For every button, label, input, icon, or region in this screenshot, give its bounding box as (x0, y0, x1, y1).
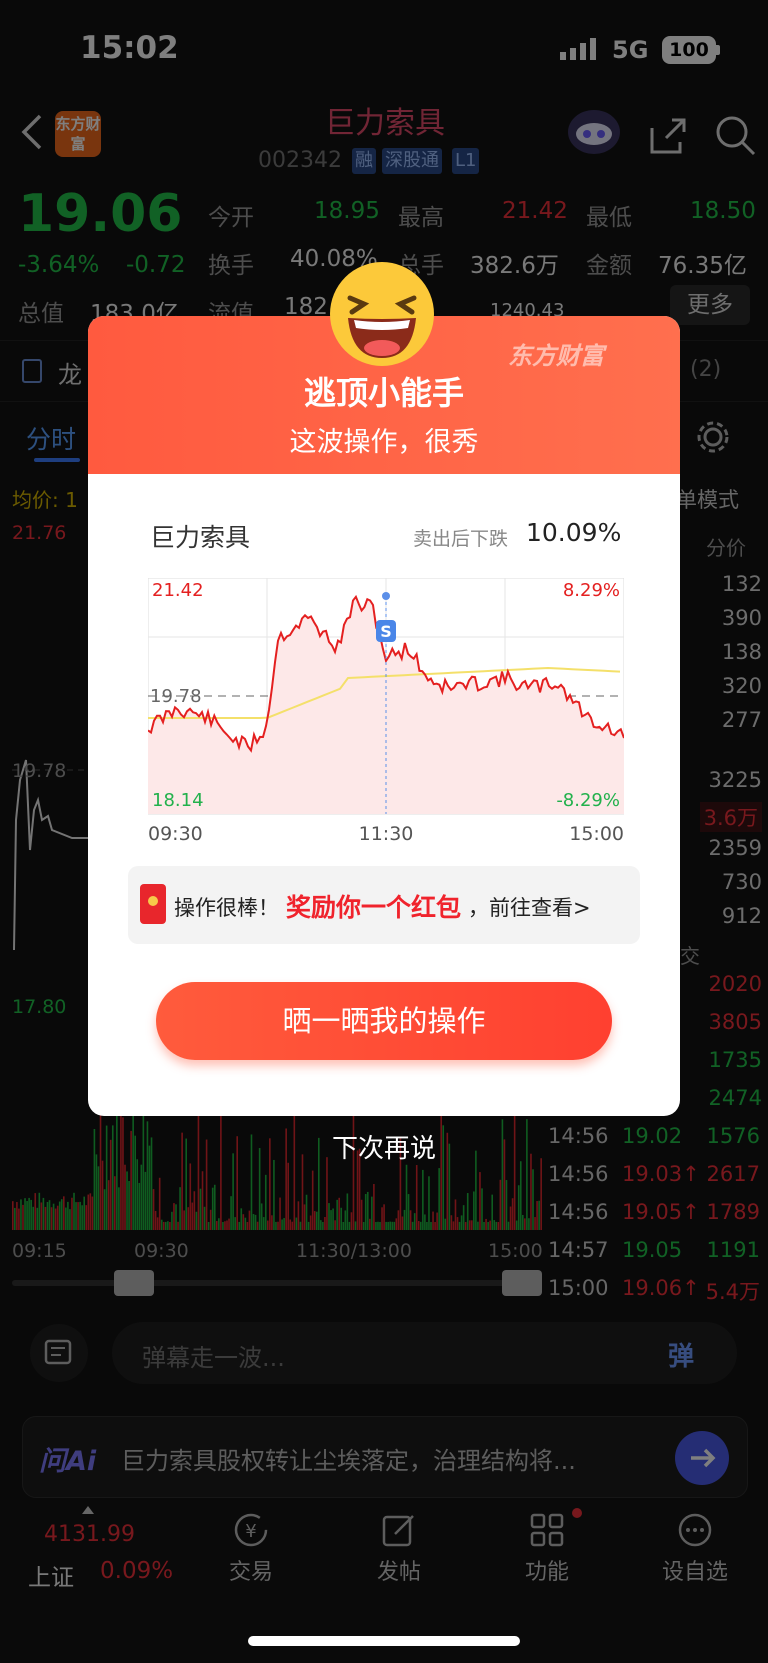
reward-highlight: 奖励你一个红包 (286, 893, 462, 922)
mini-x-open: 09:30 (148, 823, 203, 845)
modal-subtitle: 这波操作，很秀 (289, 427, 479, 458)
mini-y-high: 21.42 (152, 580, 204, 601)
mini-pct-high: 8.29% (563, 580, 620, 601)
home-indicator (248, 1636, 520, 1646)
modal-stock-name: 巨力索具 (150, 523, 251, 552)
mini-x-noon: 11:30 (359, 823, 414, 845)
achievement-modal: 东方财富 逃顶小能手 这波操作，很秀 巨力索具 卖出后下跌 10.09% S 2… (88, 316, 680, 1116)
mini-x-close: 15:00 (569, 823, 624, 845)
mini-y-mid: 19.78 (150, 686, 202, 707)
modal-brand-watermark: 东方财富 (508, 342, 604, 370)
drop-after-sell-value: 10.09% (526, 518, 622, 547)
red-envelope-icon (140, 884, 166, 924)
laughing-emoji-icon (330, 262, 434, 366)
later-button[interactable]: 下次再说 (300, 1128, 468, 1165)
share-operation-button[interactable]: 晒一晒我的操作 (156, 982, 612, 1060)
modal-title: 逃顶小能手 (303, 374, 464, 412)
trade-mini-chart: S 21.42 19.78 18.14 8.29% -8.29% 09:30 1… (148, 578, 624, 845)
mini-y-low: 18.14 (152, 790, 204, 811)
sell-marker-label: S (380, 622, 392, 641)
mini-pct-low: -8.29% (556, 790, 620, 811)
reward-banner[interactable]: 操作很棒！ 奖励你一个红包 ，前往查看> (128, 866, 640, 944)
reward-prefix: 操作很棒！ (174, 896, 279, 920)
drop-after-sell-label: 卖出后下跌 (413, 528, 509, 550)
reward-link[interactable]: ，前往查看> (468, 892, 591, 922)
